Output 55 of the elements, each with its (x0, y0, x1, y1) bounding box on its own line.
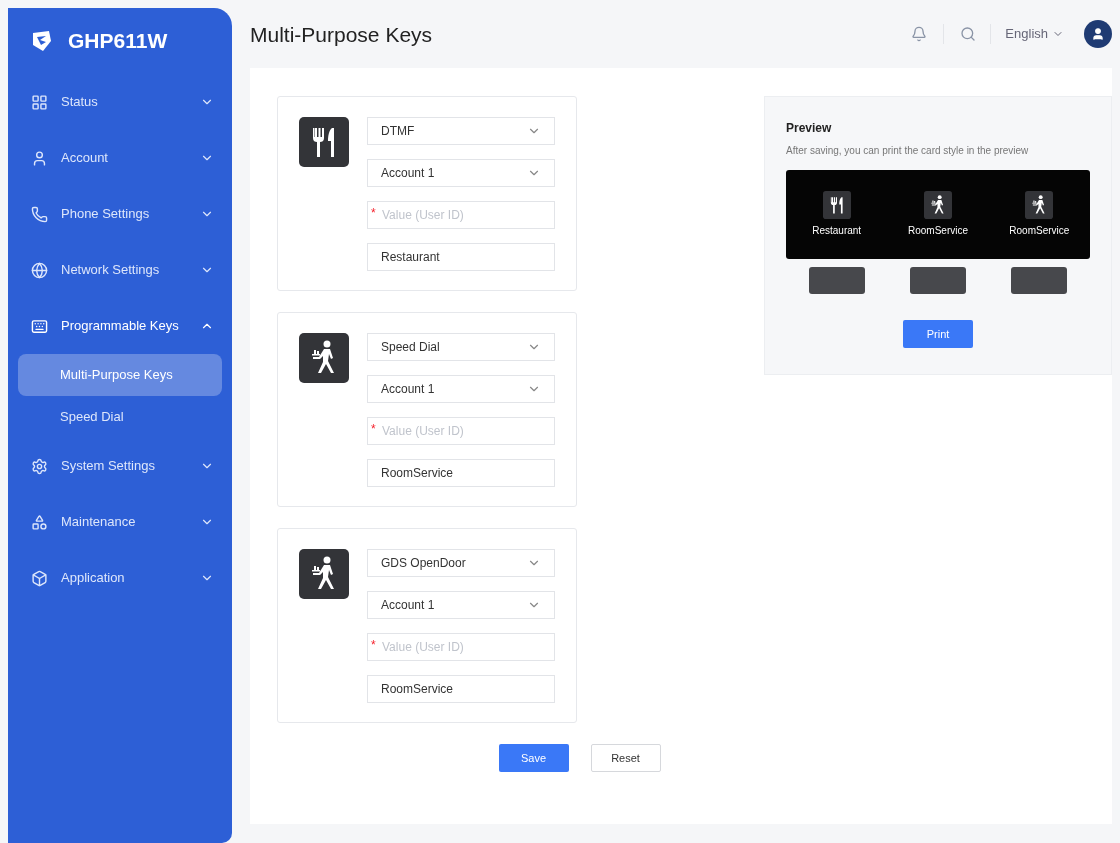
logo-icon (30, 29, 54, 53)
search-icon[interactable] (960, 26, 977, 42)
nav-item[interactable]: Phone Settings (8, 186, 232, 242)
bell-icon[interactable] (911, 26, 928, 42)
print-button[interactable]: Print (903, 320, 973, 348)
cube-icon (31, 569, 48, 587)
user-icon (31, 149, 48, 167)
physical-key (910, 267, 966, 294)
nav-subitem[interactable]: Multi-Purpose Keys (18, 354, 222, 396)
dropdown-select[interactable]: Account 1 (367, 375, 555, 403)
settings-icon (31, 457, 48, 475)
nav-item[interactable]: Application (8, 550, 232, 606)
physical-key (808, 267, 865, 294)
required-mark: * (371, 639, 376, 651)
dropdown-select[interactable]: GDS OpenDoor (367, 549, 555, 577)
nav-item[interactable]: Network Settings (8, 242, 232, 298)
required-mark: * (371, 207, 376, 219)
fork-knife-icon (299, 117, 349, 167)
fork-knife-icon (822, 191, 851, 219)
reset-button[interactable]: Reset (590, 744, 661, 772)
physical-key (1011, 267, 1068, 294)
label-field[interactable]: RoomService (367, 675, 555, 703)
waiter-icon (1025, 191, 1054, 219)
waiter-icon (299, 333, 349, 383)
dropdown-select[interactable]: Account 1 (367, 591, 555, 619)
keyboard-icon (31, 317, 48, 335)
nav-item[interactable]: Status (8, 74, 232, 130)
nav-item[interactable]: Maintenance (8, 494, 232, 550)
preview-title: Preview (786, 120, 833, 137)
required-mark: * (371, 423, 376, 435)
waiter-icon (924, 191, 952, 219)
nav-item[interactable]: Account (8, 130, 232, 186)
save-button[interactable]: Save (498, 744, 569, 772)
label-field[interactable]: Restaurant (367, 243, 555, 271)
dropdown-select[interactable]: Speed Dial (367, 333, 555, 361)
language-dropdown[interactable]: English (1005, 24, 1064, 44)
card-label: RoomService (1009, 224, 1070, 238)
avatar[interactable] (1084, 20, 1112, 48)
nav-item[interactable]: System Settings (8, 438, 232, 494)
preview-hint: After saving, you can print the card style in the preview (786, 144, 1030, 158)
card-label: Restaurant (812, 224, 862, 238)
page-title: Multi-Purpose Keys (250, 22, 434, 49)
globe-icon (31, 261, 48, 279)
dropdown-select[interactable]: DTMF (367, 117, 555, 145)
phone-icon (31, 205, 48, 223)
card-label: RoomService (907, 224, 968, 238)
dropdown-select[interactable]: Account 1 (367, 159, 555, 187)
nav-item[interactable]: Programmable Keys (8, 298, 232, 354)
user-icon (1091, 27, 1105, 41)
grid-icon (31, 93, 48, 111)
label-field[interactable]: RoomService (367, 459, 555, 487)
shapes-icon (31, 513, 48, 531)
brand-name: GHP611W (68, 28, 168, 55)
waiter-icon (299, 549, 349, 599)
nav-subitem[interactable]: Speed Dial (18, 396, 222, 438)
